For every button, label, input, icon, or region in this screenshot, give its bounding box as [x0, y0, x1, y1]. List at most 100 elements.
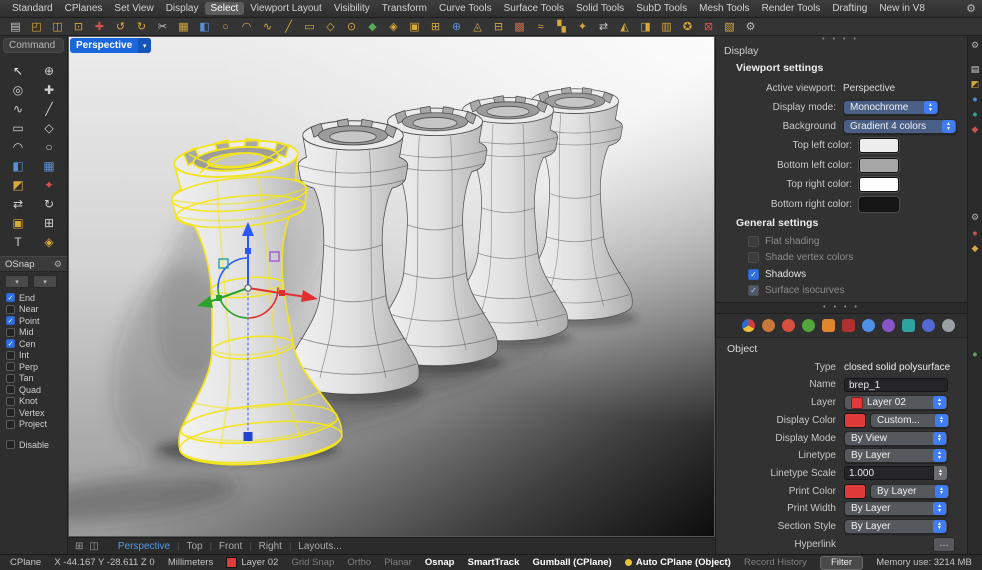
texture-mapping-tab-icon[interactable]	[822, 319, 835, 332]
status-cplane[interactable]: CPlane	[10, 557, 41, 568]
gumball-y-scale-handle[interactable]	[216, 295, 222, 301]
name-input[interactable]: brep_1	[844, 378, 948, 392]
checkbox[interactable]: ✓	[6, 339, 15, 348]
panel-drag-handle[interactable]	[724, 37, 957, 44]
toolbar-icon-27[interactable]: ▚	[551, 19, 572, 35]
osnap-item-disable[interactable]: Disable	[0, 439, 67, 451]
toolbar-icon-31[interactable]: ◨	[635, 19, 656, 35]
osnap-gear-icon[interactable]: ⚙	[54, 259, 62, 270]
checkbox[interactable]: ✓	[6, 316, 15, 325]
viewport-title-dropdown[interactable]: Perspective	[70, 38, 151, 53]
stepper-icon[interactable]: ▲▼	[934, 466, 947, 480]
menu-item-new-in-v8[interactable]: New in V8	[873, 2, 931, 15]
osnap-item-perp[interactable]: Perp	[0, 361, 67, 373]
layers-panel-icon[interactable]: ◆	[972, 243, 979, 253]
tool-palette-icon-10[interactable]: ○	[34, 138, 65, 156]
sun-tab-icon[interactable]	[882, 319, 895, 332]
menu-item-mesh-tools[interactable]: Mesh Tools	[693, 2, 755, 15]
osnap-filter-dropdown[interactable]	[33, 275, 57, 288]
toolbar-icon-14[interactable]: ╱	[278, 19, 299, 35]
environment-tab-icon[interactable]	[922, 319, 935, 332]
display-panel-icon[interactable]: ◩	[971, 79, 980, 89]
toolbar-icon-28[interactable]: ✦	[572, 19, 593, 35]
libraries-panel-icon[interactable]: ●	[972, 109, 977, 119]
viewport-tab-right[interactable]: Right	[252, 541, 289, 552]
osnap-item-quad[interactable]: Quad	[0, 384, 67, 396]
gumball-extrude-handle[interactable]	[244, 432, 253, 441]
toolbar-icon-2[interactable]: ◰	[26, 19, 47, 35]
toolbar-icon-16[interactable]: ◇	[320, 19, 341, 35]
help-panel-icon[interactable]: ●	[972, 349, 977, 359]
tool-palette-icon-7[interactable]: ▭	[3, 119, 34, 137]
web-panel-icon[interactable]: ●	[972, 94, 977, 104]
render-tab-icon[interactable]	[862, 319, 875, 332]
viewport-canvas[interactable]	[68, 36, 715, 537]
menu-item-solid-tools[interactable]: Solid Tools	[570, 2, 630, 15]
gumball-x-scale-handle[interactable]	[279, 290, 285, 296]
toolbar-icon-17[interactable]: ⊙	[341, 19, 362, 35]
viewport-tab-top[interactable]: Top	[179, 541, 209, 552]
status-auto-cplane-object[interactable]: Auto CPlane (Object)	[625, 557, 731, 568]
section-style-dropdown[interactable]: By Layer▲▼	[844, 519, 948, 534]
background-dropdown[interactable]: Gradient 4 colors▲▼	[843, 119, 957, 134]
status-record-history[interactable]: Record History	[744, 557, 807, 568]
toolbar-icon-19[interactable]: ◈	[383, 19, 404, 35]
display-mode-dropdown[interactable]: By View▲▼	[844, 431, 948, 446]
tool-palette-icon-6[interactable]: ╱	[34, 100, 65, 118]
layer-dropdown[interactable]: Layer 02▲▼	[844, 395, 948, 410]
osnap-item-near[interactable]: Near	[0, 304, 67, 316]
color-swatch-top-left-color[interactable]	[859, 138, 899, 153]
status-layer-02[interactable]: Layer 02	[226, 557, 278, 568]
toolbar-icon-21[interactable]: ⊞	[425, 19, 446, 35]
checkbox[interactable]	[6, 362, 15, 371]
checkbox[interactable]	[6, 305, 15, 314]
osnap-item-mid[interactable]: Mid	[0, 327, 67, 339]
tool-palette-icon-3[interactable]: ◎	[3, 81, 34, 99]
properties-tab-icon[interactable]	[742, 319, 755, 332]
settings-tab-icon[interactable]	[942, 319, 955, 332]
layout-grid-icon[interactable]: ⊞	[75, 541, 83, 552]
menu-item-visibility[interactable]: Visibility	[328, 2, 376, 15]
panel-settings-gear-icon[interactable]: ⚙	[971, 40, 979, 50]
toolbar-icon-36[interactable]: ⚙	[740, 19, 761, 35]
toolbar-icon-22[interactable]: ⊕	[446, 19, 467, 35]
osnap-item-project[interactable]: Project	[0, 419, 67, 431]
checkbox[interactable]	[6, 351, 15, 360]
notes-tab-icon[interactable]	[842, 319, 855, 332]
tool-palette-icon-18[interactable]: ⊞	[34, 214, 65, 232]
status-planar[interactable]: Planar	[384, 557, 411, 568]
linetype-dropdown[interactable]: By Layer▲▼	[844, 448, 948, 463]
toolbar-icon-12[interactable]: ◠	[236, 19, 257, 35]
command-input[interactable]: Command	[3, 38, 64, 53]
tool-palette-icon-12[interactable]: ▦	[34, 157, 65, 175]
status-millimeters[interactable]: Millimeters	[168, 557, 213, 568]
toolbar-icon-3[interactable]: ◫	[47, 19, 68, 35]
toolbar-icon-5[interactable]: ✚	[89, 19, 110, 35]
toolbar-icon-24[interactable]: ⊟	[488, 19, 509, 35]
tool-palette-icon-5[interactable]: ∿	[3, 100, 34, 118]
print-width-dropdown[interactable]: By Layer▲▼	[844, 501, 948, 516]
linetype-scale-input[interactable]: 1.000	[844, 466, 934, 480]
menu-item-render-tools[interactable]: Render Tools	[756, 2, 827, 15]
toolbar-settings-gear-icon[interactable]: ⚙	[966, 2, 976, 15]
tool-palette-icon-4[interactable]: ✚	[34, 81, 65, 99]
viewport-tab-layouts[interactable]: Layouts...	[291, 541, 348, 552]
gumball-center-handle[interactable]	[245, 285, 251, 291]
osnap-item-int[interactable]: Int	[0, 350, 67, 362]
checkbox[interactable]	[6, 420, 15, 429]
toolbar-icon-23[interactable]: ◬	[467, 19, 488, 35]
osnap-item-vertex[interactable]: Vertex	[0, 407, 67, 419]
checkbox[interactable]	[6, 328, 15, 337]
osnap-item-cen[interactable]: ✓Cen	[0, 338, 67, 350]
status-osnap[interactable]: Osnap	[425, 557, 455, 568]
menu-item-standard[interactable]: Standard	[6, 2, 59, 15]
status-smarttrack[interactable]: SmartTrack	[468, 557, 520, 568]
toolbar-icon-30[interactable]: ◭	[614, 19, 635, 35]
status-grid-snap[interactable]: Grid Snap	[291, 557, 334, 568]
osnap-item-point[interactable]: ✓Point	[0, 315, 67, 327]
gumball-z-scale-handle[interactable]	[245, 248, 251, 254]
checkbox[interactable]: ✓	[748, 269, 759, 280]
tool-palette-icon-20[interactable]: ◈	[34, 233, 65, 251]
gumball-x-arrowhead[interactable]	[301, 290, 318, 302]
paint-tab-icon[interactable]	[762, 319, 775, 332]
